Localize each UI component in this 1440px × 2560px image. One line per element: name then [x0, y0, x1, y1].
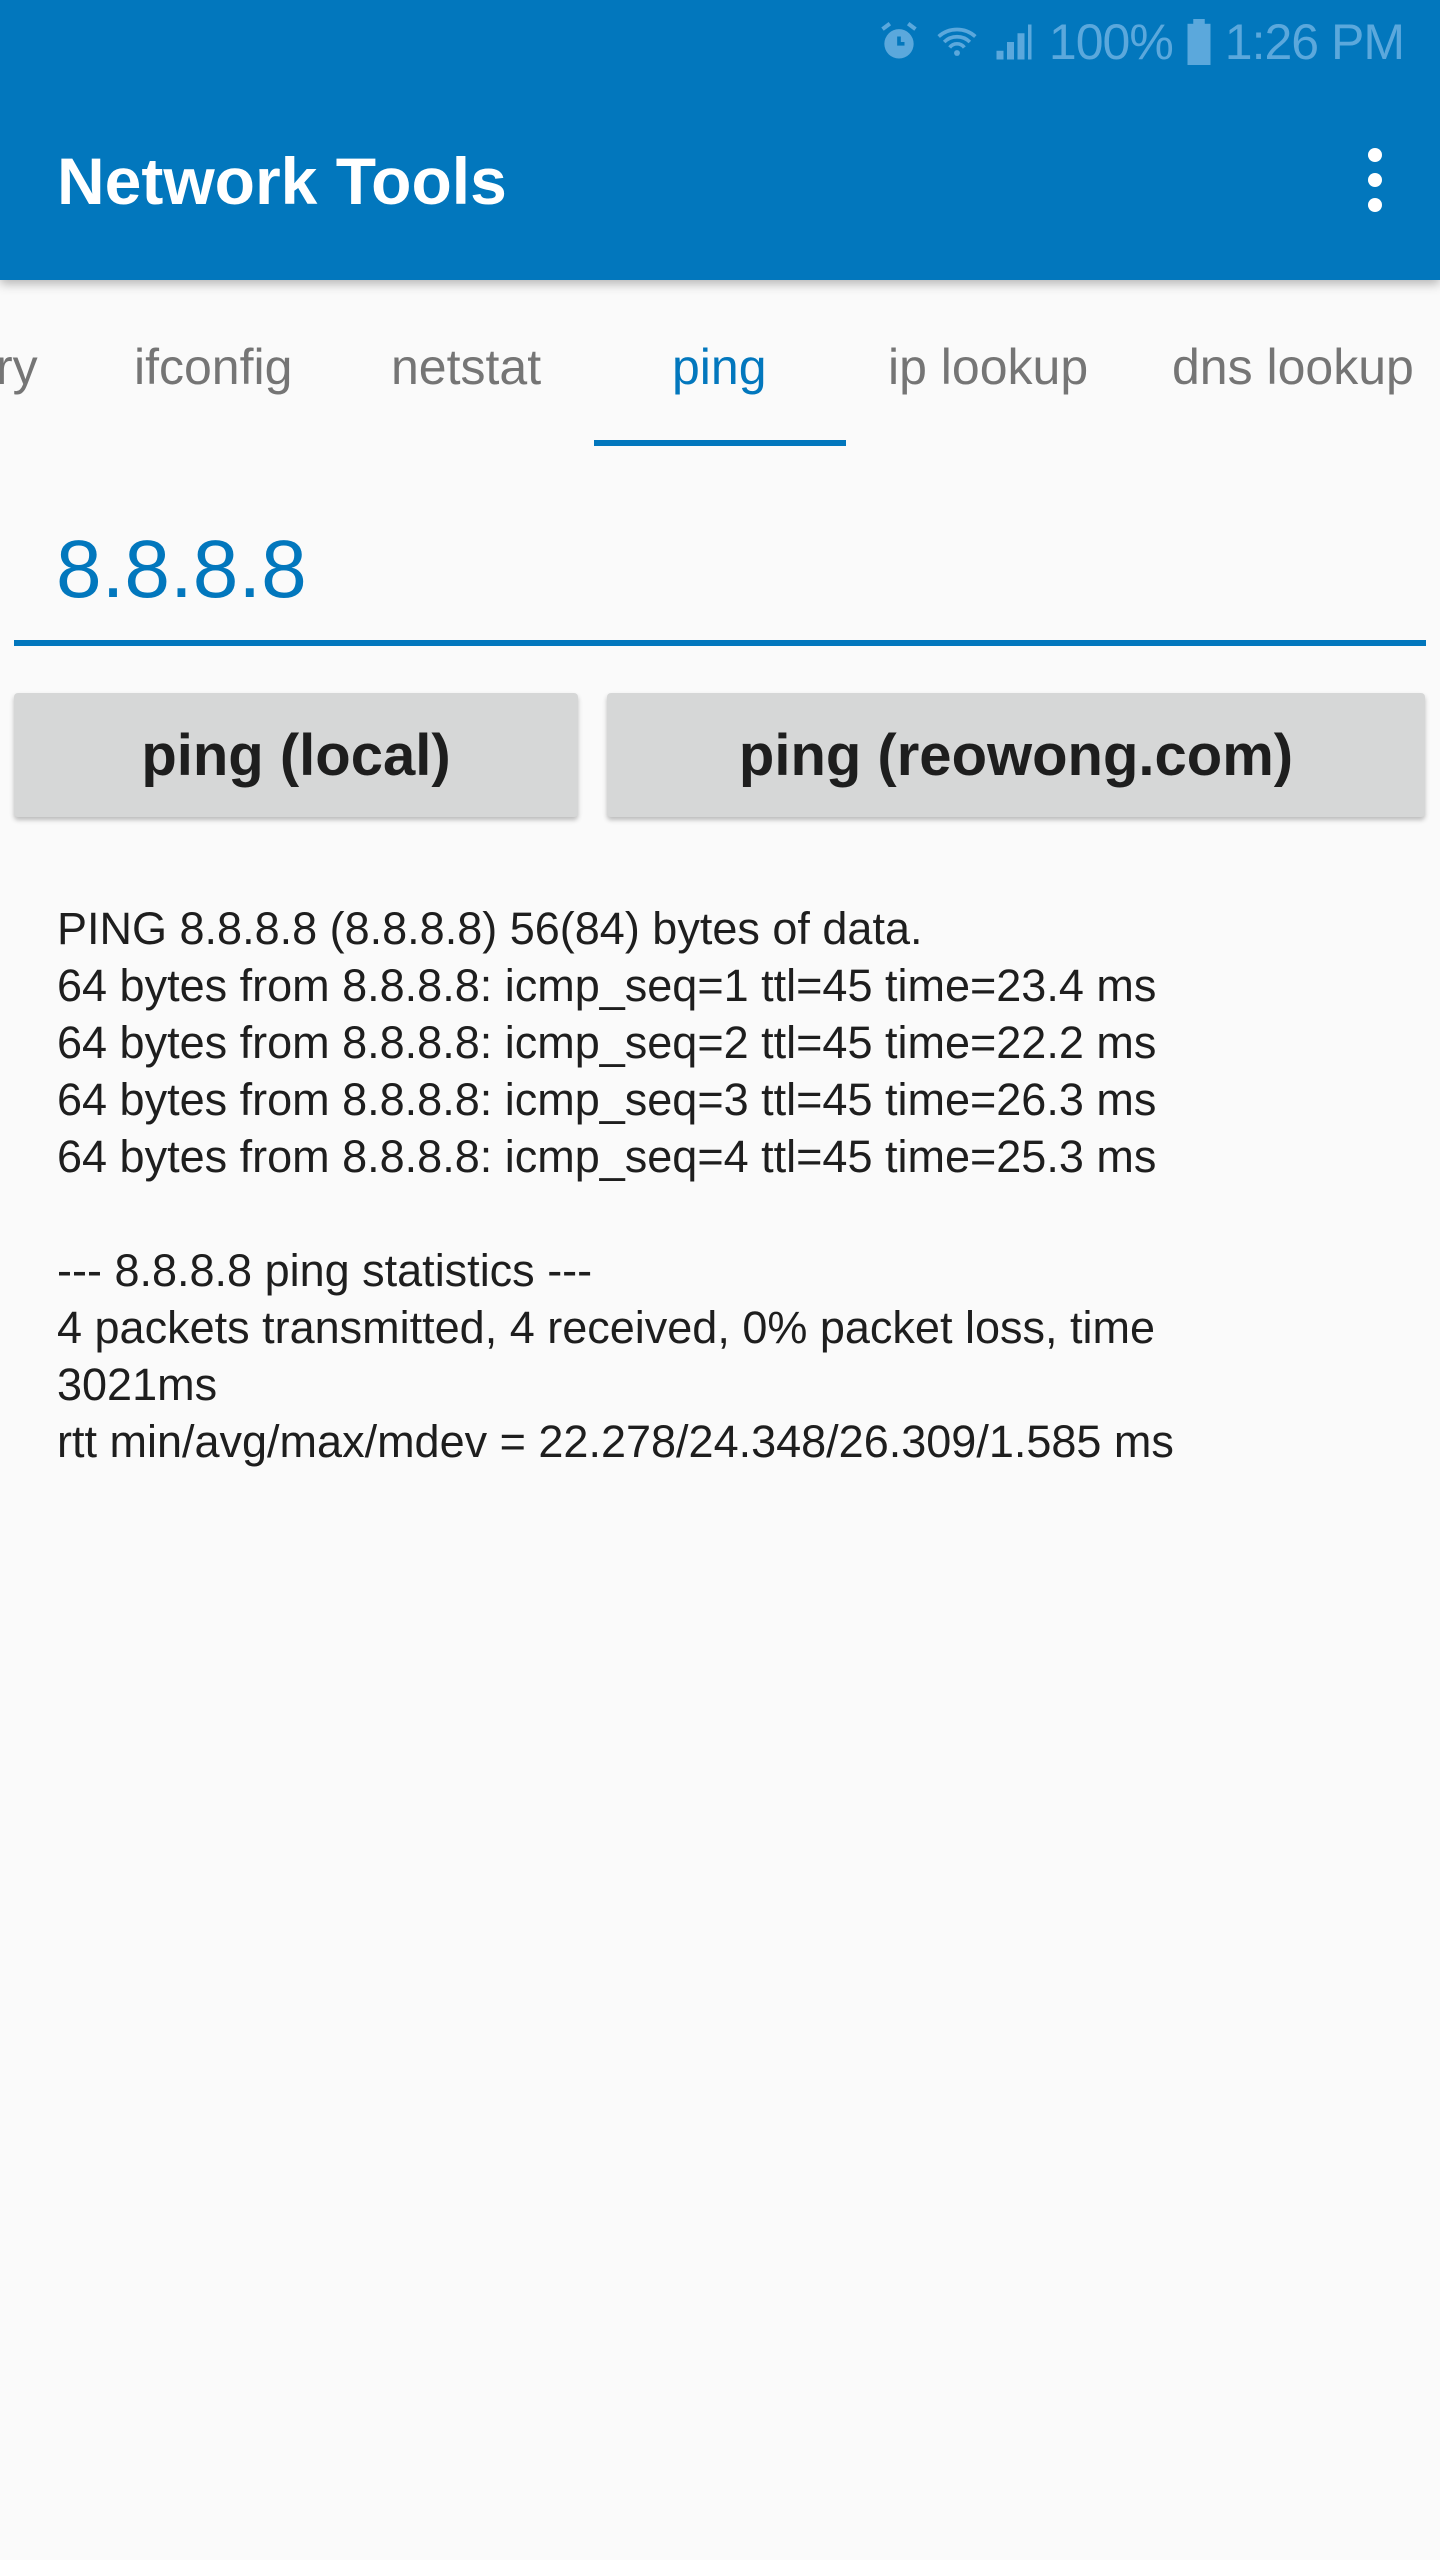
output-blank-line — [57, 1185, 1397, 1242]
tab-ifconfig[interactable]: ifconfig — [134, 338, 292, 396]
overflow-menu-button[interactable] — [1360, 148, 1390, 212]
battery-icon — [1187, 19, 1211, 65]
wifi-icon — [935, 20, 979, 64]
ping-local-button[interactable]: ping (local) — [14, 693, 578, 817]
output-line: PING 8.8.8.8 (8.8.8.8) 56(84) bytes of d… — [57, 903, 923, 954]
ping-output: PING 8.8.8.8 (8.8.8.8) 56(84) bytes of d… — [57, 900, 1397, 1470]
active-tab-indicator — [594, 440, 846, 446]
status-bar: 100% 1:26 PM — [877, 12, 1405, 72]
more-vert-icon-dot — [1368, 173, 1382, 187]
more-vert-icon — [1368, 148, 1382, 162]
tab-dns-lookup[interactable]: dns lookup — [1172, 338, 1414, 396]
output-line: --- 8.8.8.8 ping statistics --- — [57, 1245, 593, 1296]
output-line: 64 bytes from 8.8.8.8: icmp_seq=3 ttl=45… — [57, 1074, 1157, 1125]
more-vert-icon-dot — [1368, 198, 1382, 212]
tab-ping[interactable]: ping — [672, 338, 767, 396]
output-line: 64 bytes from 8.8.8.8: icmp_seq=4 ttl=45… — [57, 1131, 1157, 1182]
output-line: 64 bytes from 8.8.8.8: icmp_seq=2 ttl=45… — [57, 1017, 1157, 1068]
ping-remote-button[interactable]: ping (reowong.com) — [607, 693, 1425, 817]
output-line: 3021ms — [57, 1359, 218, 1410]
battery-percent: 100% — [1048, 14, 1174, 70]
output-line: rtt min/avg/max/mdev = 22.278/24.348/26.… — [57, 1416, 1174, 1467]
cell-signal-icon — [993, 21, 1035, 63]
tab-netstat[interactable]: netstat — [391, 338, 541, 396]
tab-history[interactable]: ry — [0, 338, 38, 396]
app-title: Network Tools — [57, 144, 507, 218]
output-line: 64 bytes from 8.8.8.8: icmp_seq=1 ttl=45… — [57, 960, 1157, 1011]
status-time: 1:26 PM — [1224, 14, 1405, 70]
tab-bar: ry ifconfig netstat ping ip lookup dns l… — [0, 280, 1440, 446]
app-bar: 100% 1:26 PM Network Tools — [0, 0, 1440, 280]
host-input[interactable] — [14, 500, 1426, 646]
tab-ip-lookup[interactable]: ip lookup — [888, 338, 1088, 396]
alarm-icon — [877, 20, 921, 64]
output-line: 4 packets transmitted, 4 received, 0% pa… — [57, 1302, 1155, 1353]
